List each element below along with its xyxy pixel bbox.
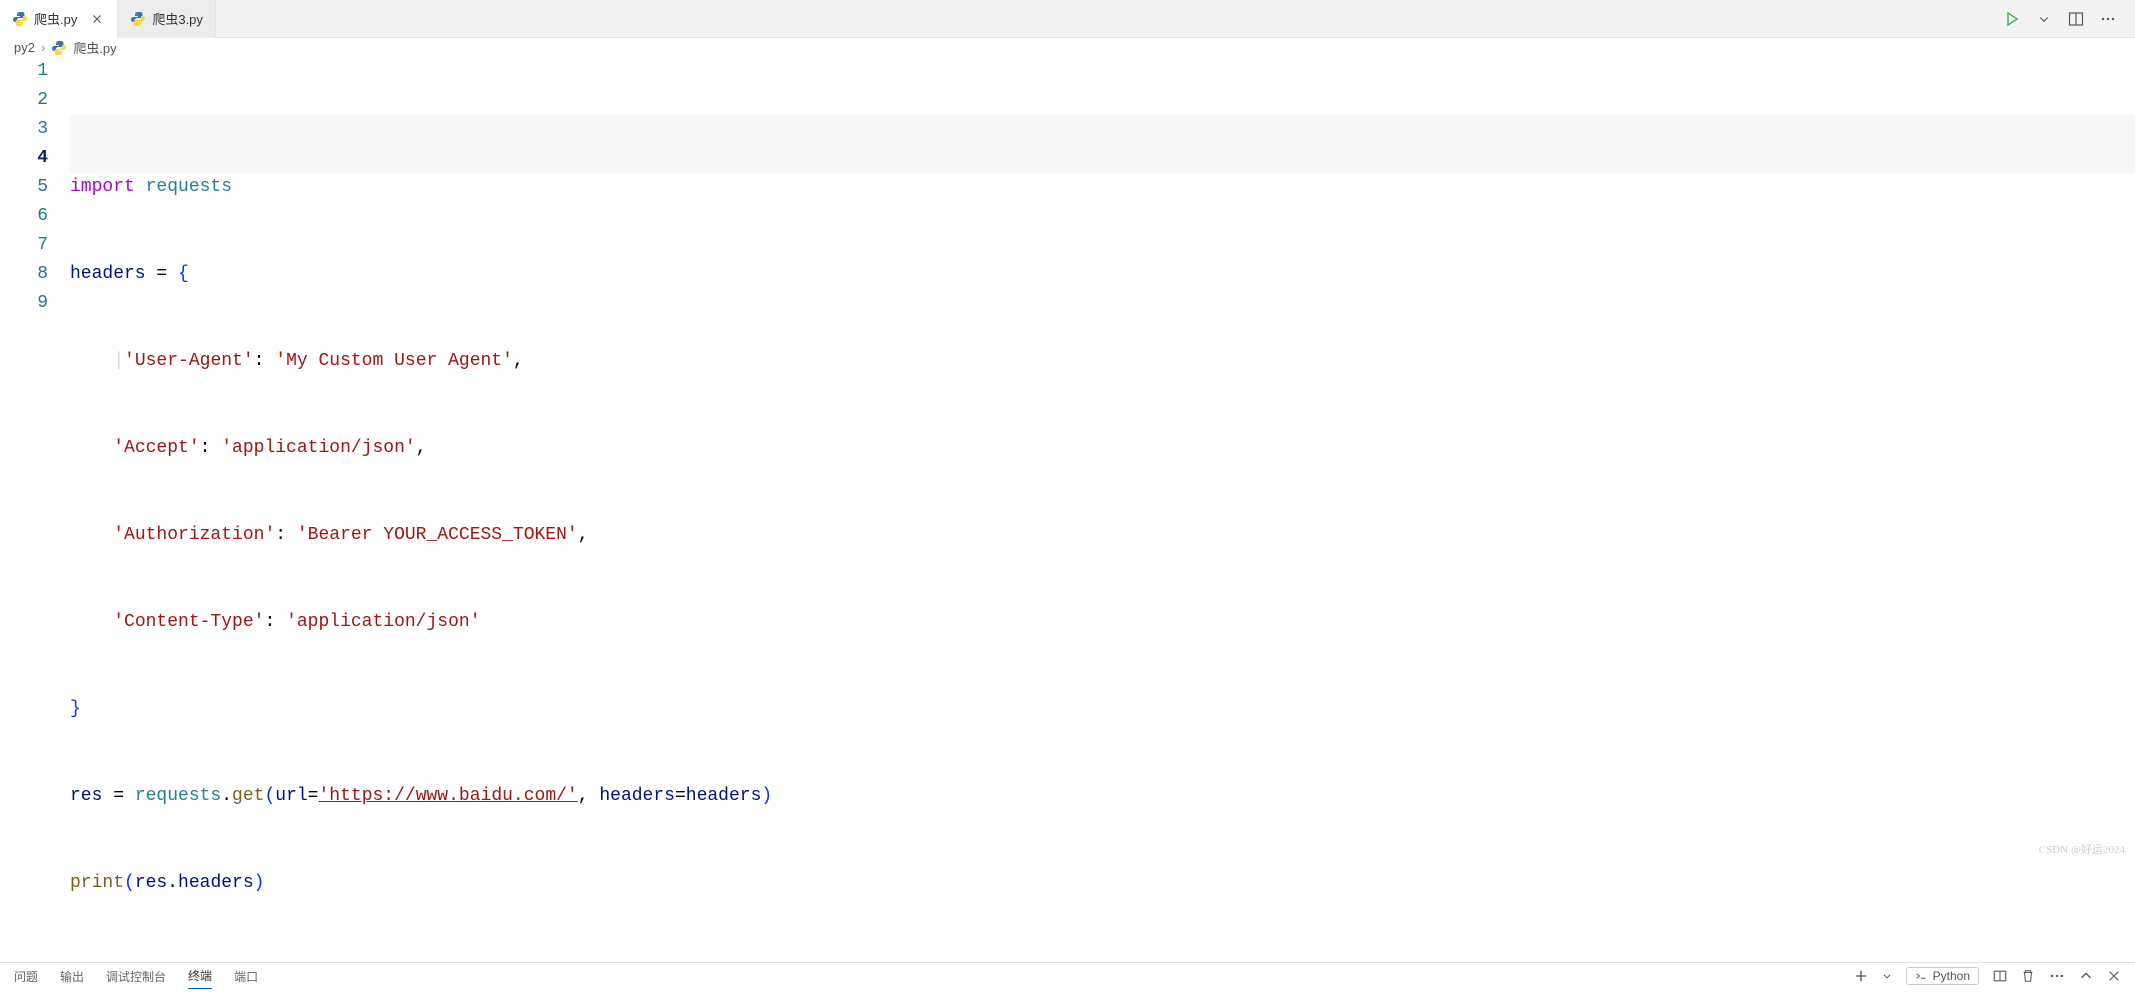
panel-tab-bar: 问题 输出 调试控制台 终端 端口 Python: [0, 963, 2135, 989]
chevron-up-icon[interactable]: [2079, 969, 2093, 983]
new-terminal-icon[interactable]: [1854, 969, 1868, 983]
bottom-panel: 问题 输出 调试控制台 终端 端口 Python PS D:\Code\pyth…: [0, 962, 2135, 963]
code-editor[interactable]: 1 2 3 4 5 6 7 8 9 import requests header…: [0, 57, 2135, 962]
tab-label: 爬虫.py: [34, 9, 77, 28]
trash-icon[interactable]: [2021, 969, 2035, 983]
tab-label: 爬虫3.py: [152, 9, 203, 28]
split-editor-icon[interactable]: [2067, 10, 2085, 28]
chevron-down-icon[interactable]: [2035, 10, 2053, 28]
split-terminal-icon[interactable]: [1993, 969, 2007, 983]
python-file-icon: [51, 40, 67, 56]
terminal-content[interactable]: PS D:\Code\python> & C:/Users/lenovo/App…: [0, 989, 2135, 1005]
code-content[interactable]: import requests headers = { |'User-Agent…: [70, 57, 2135, 956]
tab-terminal[interactable]: 终端: [188, 963, 212, 989]
tab-ports[interactable]: 端口: [234, 964, 258, 989]
run-icon[interactable]: [2003, 10, 2021, 28]
editor-tab-bar: 爬虫.py 爬虫3.py: [0, 0, 2135, 38]
tab-file-0[interactable]: 爬虫.py: [0, 0, 118, 38]
close-icon[interactable]: [89, 11, 105, 27]
breadcrumb-file[interactable]: 爬虫.py: [73, 38, 116, 57]
terminal-profile-label[interactable]: Python: [1906, 967, 1979, 985]
tab-debug-console[interactable]: 调试控制台: [106, 964, 166, 989]
close-panel-icon[interactable]: [2107, 969, 2121, 983]
chevron-right-icon: ›: [41, 40, 45, 55]
more-icon[interactable]: [2099, 10, 2117, 28]
breadcrumb: py2 › 爬虫.py: [0, 38, 2135, 57]
more-icon[interactable]: [2049, 968, 2065, 984]
python-file-icon: [12, 11, 28, 27]
breadcrumb-folder[interactable]: py2: [14, 40, 35, 55]
python-file-icon: [130, 11, 146, 27]
tab-file-1[interactable]: 爬虫3.py: [118, 0, 216, 38]
chevron-down-icon[interactable]: [1882, 971, 1892, 981]
tab-output[interactable]: 输出: [60, 964, 84, 989]
watermark: CSDN @好运2024: [2039, 841, 2125, 857]
line-number-gutter: 1 2 3 4 5 6 7 8 9: [0, 57, 70, 956]
tab-problems[interactable]: 问题: [14, 964, 38, 989]
